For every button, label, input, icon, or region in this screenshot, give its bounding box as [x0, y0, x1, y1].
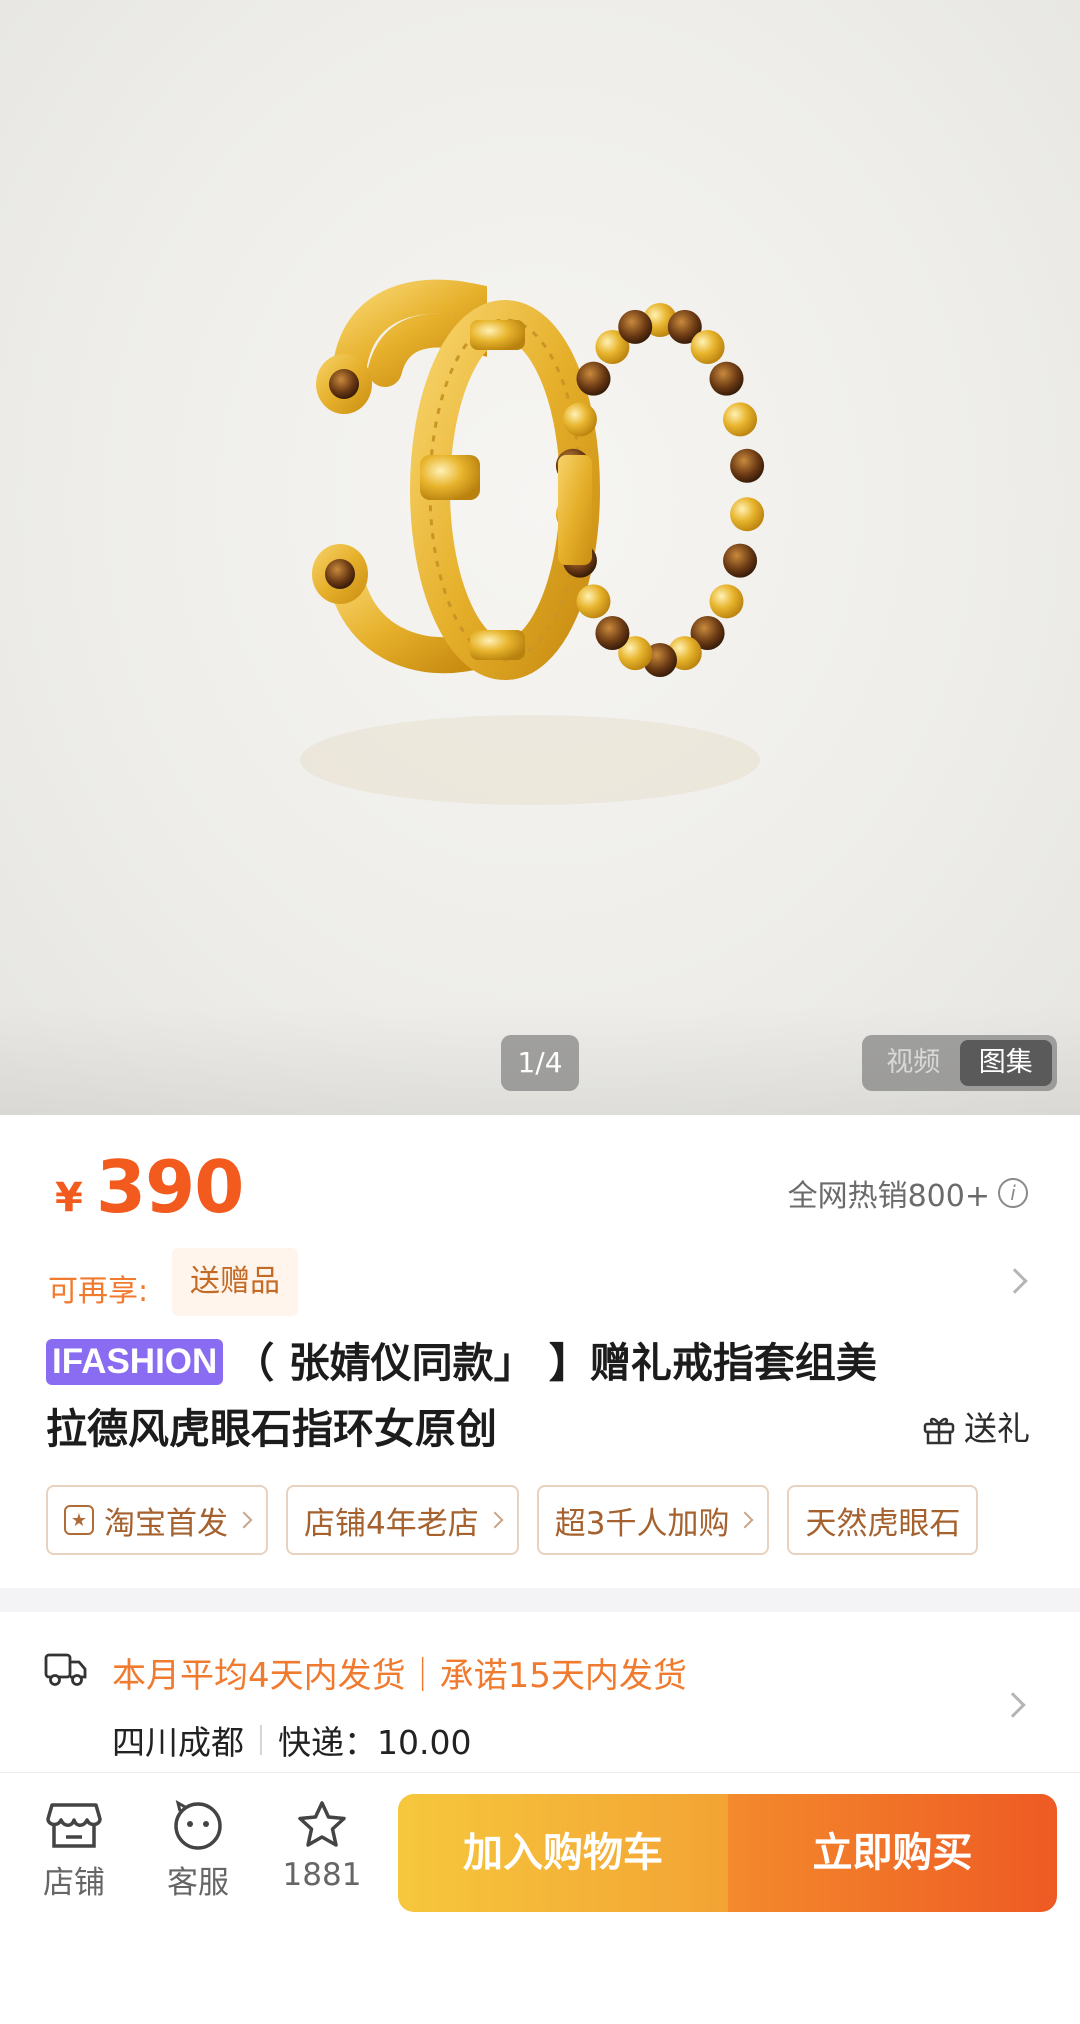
tab-video[interactable]: 视频 — [867, 1040, 960, 1086]
star-badge-icon: ★ — [64, 1505, 94, 1535]
shipping-section[interactable]: 本月平均4天内发货｜承诺15天内发货 四川成都 快递：10.00 — [0, 1612, 1080, 1772]
product-title: IFASHION （ 张婧仪同款」 】赠礼戒指套组美 拉德风虎眼石指环女原创 送礼 — [46, 1330, 1036, 1462]
ring-bead — [618, 309, 653, 344]
title-text-2: 拉德风虎眼石指环女原创 — [46, 1405, 497, 1453]
currency-symbol: ¥ — [55, 1175, 83, 1221]
store-label: 店铺 — [43, 1865, 105, 1901]
tag-store-age[interactable]: 店铺4年老店 — [286, 1485, 519, 1555]
ship-origin: 四川成都 — [112, 1723, 244, 1762]
benefit-chip[interactable]: 送赠品 — [172, 1248, 298, 1316]
product-gallery[interactable]: 1/4 视频 图集 — [0, 0, 1080, 1115]
sales-info[interactable]: 全网热销800+ i — [788, 1171, 1028, 1215]
store-button[interactable]: 店铺 — [24, 1799, 124, 1902]
ring-bead — [709, 584, 744, 619]
info-icon[interactable]: i — [998, 1178, 1028, 1208]
product-image[interactable] — [0, 0, 1080, 1115]
add-to-cart-button[interactable]: 加入购物车 — [398, 1794, 728, 1912]
ring-bead — [730, 497, 765, 532]
ring-bead — [562, 402, 597, 437]
gift-button[interactable]: 送礼 — [922, 1396, 1030, 1462]
chevron-right-icon[interactable] — [1000, 1692, 1026, 1718]
section-divider — [0, 1588, 1080, 1612]
ring-bead — [709, 361, 744, 396]
gift-icon — [923, 1417, 955, 1445]
customer-service-button[interactable]: 客服 — [148, 1799, 248, 1902]
tag-label: 淘宝首发 — [104, 1505, 228, 1542]
bottom-action-bar: 店铺 客服 1881 加入购物车 立即购买 — [0, 1772, 1080, 2024]
favorite-button[interactable]: 1881 — [272, 1799, 372, 1893]
ring-bead — [723, 402, 758, 437]
service-label: 客服 — [167, 1865, 229, 1901]
benefit-row[interactable]: 可再享: 送赠品 — [0, 1240, 1080, 1320]
price-row: ¥ 390 全网热销800+ i — [0, 1115, 1080, 1240]
chevron-right-icon — [736, 1511, 754, 1529]
tab-gallery[interactable]: 图集 — [959, 1040, 1052, 1086]
tag-natural-stone[interactable]: 天然虎眼石 — [787, 1485, 979, 1555]
store-icon — [46, 1803, 102, 1848]
ring-bead — [690, 329, 725, 364]
price-value: 390 — [96, 1145, 244, 1229]
separator — [260, 1725, 262, 1755]
tag-cart-count[interactable]: 超3千人加购 — [536, 1485, 770, 1555]
title-text-1: （ 张婧仪同款」 】赠礼戒指套组美 — [233, 1339, 877, 1387]
brand-tag: IFASHION — [46, 1339, 224, 1385]
chevron-right-icon — [235, 1511, 253, 1529]
title-line-1: IFASHION （ 张婧仪同款」 】赠礼戒指套组美 — [46, 1330, 1036, 1396]
ring-bead — [595, 616, 630, 651]
delivery-promise: 本月平均4天内发货｜承诺15天内发货 — [112, 1656, 687, 1696]
media-switch[interactable]: 视频 图集 — [862, 1035, 1057, 1091]
tag-label: 店铺4年老店 — [304, 1505, 479, 1542]
chat-face-icon — [174, 1800, 222, 1850]
feature-tags: ★ 淘宝首发 店铺4年老店 超3千人加购 天然虎眼石 — [46, 1485, 1034, 1555]
sales-text: 全网热销800+ — [787, 1179, 990, 1214]
star-icon — [298, 1801, 346, 1847]
shipping-details: 四川成都 快递：10.00 — [112, 1716, 471, 1764]
chevron-right-icon — [486, 1511, 504, 1529]
page-indicator: 1/4 — [501, 1035, 579, 1091]
title-line-2: 拉德风虎眼石指环女原创 — [46, 1396, 1036, 1462]
ship-fee: 快递：10.00 — [278, 1723, 472, 1762]
ring-bead — [576, 361, 611, 396]
tag-label: 天然虎眼石 — [805, 1505, 961, 1542]
ring-bead — [723, 543, 758, 578]
benefit-label: 可再享: — [48, 1274, 149, 1309]
chevron-right-icon[interactable] — [1002, 1268, 1028, 1294]
ring-bead — [576, 584, 611, 619]
tag-label: 超3千人加购 — [554, 1505, 730, 1542]
gift-label: 送礼 — [964, 1409, 1030, 1448]
favorite-count: 1881 — [282, 1857, 362, 1893]
tag-taobao-first[interactable]: ★ 淘宝首发 — [46, 1485, 268, 1555]
buy-now-button[interactable]: 立即购买 — [728, 1794, 1057, 1912]
truck-icon — [44, 1653, 87, 1686]
ring-bead — [730, 448, 765, 483]
